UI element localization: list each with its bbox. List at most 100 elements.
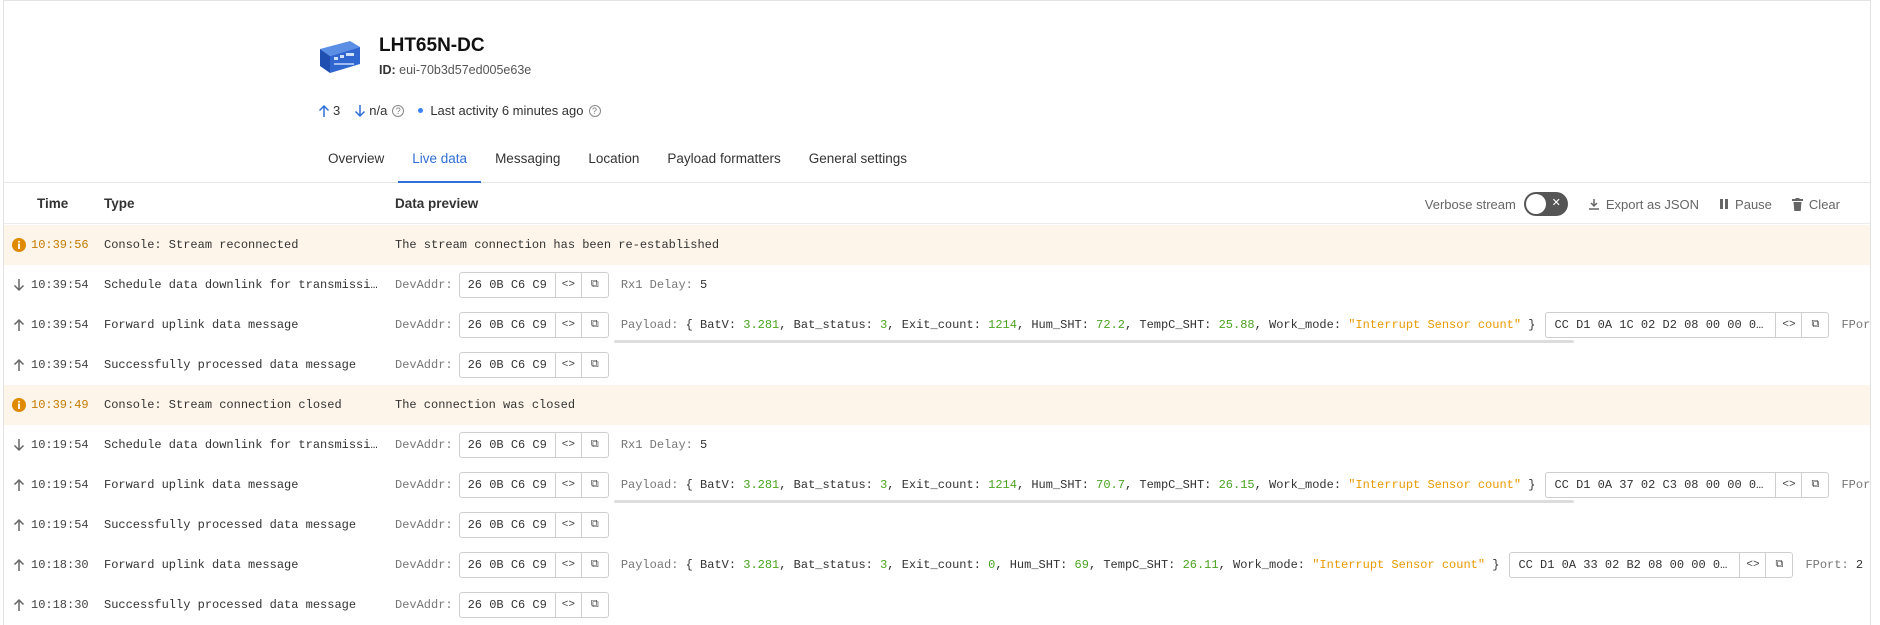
downlink-count: n/a ? <box>354 103 405 118</box>
event-type: Console: Stream connection closed <box>104 398 342 412</box>
copy-icon[interactable]: ⧉ <box>1802 313 1828 337</box>
event-row[interactable]: 10:39:49 Console: Stream connection clos… <box>4 385 1870 425</box>
pause-button[interactable]: Pause <box>1719 197 1772 212</box>
column-type[interactable]: Type <box>104 196 135 211</box>
raw-bytes-value: CC D1 0A 37 02 C3 08 00 00 04 BE … <box>1546 473 1777 497</box>
devaddr-field: 26 0B C6 C9 <> ⧉ <box>458 552 609 578</box>
event-preview: DevAddr: 26 0B C6 C9 <> ⧉ Payload: { Bat… <box>395 305 1870 345</box>
export-json-button[interactable]: Export as JSON <box>1588 197 1699 212</box>
copy-icon[interactable]: ⧉ <box>582 353 608 377</box>
copy-icon[interactable]: ⧉ <box>582 593 608 617</box>
event-list: 10:39:56 Console: Stream reconnected The… <box>4 225 1870 625</box>
column-time[interactable]: Time <box>37 196 68 211</box>
code-toggle-icon[interactable]: <> <box>1776 473 1803 497</box>
payload-label: Payload: <box>620 318 679 332</box>
code-toggle-icon[interactable]: <> <box>556 473 582 497</box>
code-toggle-icon[interactable]: <> <box>556 353 582 377</box>
device-stats: 3 n/a ? Last activity 6 minutes ago ? <box>318 103 615 118</box>
tab-overview[interactable]: Overview <box>314 145 398 183</box>
event-preview: DevAddr: 26 0B C6 C9 <> ⧉ Payload: { Bat… <box>395 465 1870 505</box>
tab-messaging[interactable]: Messaging <box>481 145 574 183</box>
event-time: 10:19:54 <box>31 518 89 532</box>
event-row[interactable]: 10:39:54 Schedule data downlink for tran… <box>4 265 1870 305</box>
devaddr-label: DevAddr: <box>395 278 453 292</box>
copy-icon[interactable]: ⧉ <box>582 313 608 337</box>
devaddr-field: 26 0B C6 C9 <> ⧉ <box>458 352 609 378</box>
event-row[interactable]: 10:39:56 Console: Stream reconnected The… <box>4 225 1870 265</box>
tab-payload-formatters[interactable]: Payload formatters <box>653 145 794 183</box>
device-tabs: Overview Live data Messaging Location Pa… <box>314 145 921 183</box>
event-type: Successfully processed data message <box>104 518 357 532</box>
code-toggle-icon[interactable]: <> <box>1776 313 1803 337</box>
devaddr-value: 26 0B C6 C9 <box>460 353 556 377</box>
help-icon[interactable]: ? <box>588 104 601 117</box>
device-id: ID: eui-70b3d57ed005e63e <box>379 63 531 77</box>
copy-icon[interactable]: ⧉ <box>1766 553 1792 577</box>
status-dot <box>418 108 424 113</box>
column-data-preview[interactable]: Data preview <box>395 196 478 211</box>
event-time: 10:19:54 <box>31 438 89 452</box>
hum-value: 72.2 <box>1096 318 1125 332</box>
copy-icon[interactable]: ⧉ <box>582 513 608 537</box>
event-time: 10:18:30 <box>31 598 89 612</box>
copy-icon[interactable]: ⧉ <box>582 473 608 497</box>
fport-label: FPort: <box>1805 558 1849 572</box>
event-preview: The connection was closed <box>395 385 575 425</box>
arrow-down-icon <box>355 104 366 117</box>
code-toggle-icon[interactable]: <> <box>556 593 582 617</box>
devaddr-field: 26 0B C6 C9 <> ⧉ <box>458 272 609 298</box>
devaddr-label: DevAddr: <box>395 518 453 532</box>
verbose-stream-toggle[interactable]: Verbose stream <box>1425 192 1568 216</box>
event-row[interactable]: 10:19:54 Forward uplink data message Dev… <box>4 465 1870 505</box>
event-row[interactable]: 10:19:54 Schedule data downlink for tran… <box>4 425 1870 465</box>
copy-icon[interactable]: ⧉ <box>1802 473 1828 497</box>
device-id-label: ID: <box>379 63 396 77</box>
arrow-up-icon <box>318 104 330 117</box>
last-activity: Last activity 6 minutes ago ? <box>418 103 601 118</box>
copy-icon[interactable]: ⧉ <box>582 433 608 457</box>
code-toggle-icon[interactable]: <> <box>556 273 582 297</box>
event-message: The stream connection has been re-establ… <box>395 238 720 252</box>
code-toggle-icon[interactable]: <> <box>556 553 582 577</box>
payload-label: Payload: <box>620 478 679 492</box>
event-row[interactable]: 10:18:30 Successfully processed data mes… <box>4 585 1870 625</box>
horizontal-scrollbar[interactable] <box>614 500 1574 503</box>
event-type: Forward uplink data message <box>104 318 299 332</box>
event-row[interactable]: 10:39:54 Successfully processed data mes… <box>4 345 1870 385</box>
code-toggle-icon[interactable]: <> <box>1740 553 1767 577</box>
horizontal-scrollbar[interactable] <box>614 340 1574 343</box>
copy-icon[interactable]: ⧉ <box>582 553 608 577</box>
info-warning-icon <box>12 238 26 252</box>
devaddr-label: DevAddr: <box>395 598 453 612</box>
copy-icon[interactable]: ⧉ <box>582 273 608 297</box>
hum-value: 70.7 <box>1096 478 1125 492</box>
event-time: 10:39:54 <box>31 278 89 292</box>
batv-value: 3.281 <box>743 318 780 332</box>
event-row[interactable]: 10:39:54 Forward uplink data message Dev… <box>4 305 1870 345</box>
event-preview: DevAddr: 26 0B C6 C9 <> ⧉ Rx1 Delay: 5 <box>395 425 707 465</box>
tab-live-data[interactable]: Live data <box>398 145 482 183</box>
payload-preview: Payload: { BatV: 3.281, Bat_status: 3, E… <box>620 558 1500 572</box>
tab-general-settings[interactable]: General settings <box>795 145 921 183</box>
batv-value: 3.281 <box>743 558 780 572</box>
rx1-delay: Rx1 Delay: 5 <box>621 278 707 292</box>
arrow-up-icon <box>13 478 25 491</box>
toggle-switch[interactable] <box>1523 192 1568 216</box>
devaddr-label: DevAddr: <box>395 478 453 492</box>
devaddr-value: 26 0B C6 C9 <box>460 473 556 497</box>
devaddr-value: 26 0B C6 C9 <box>460 313 556 337</box>
app-frame: LHT65N-DC ID: eui-70b3d57ed005e63e 3 n/a… <box>3 0 1871 625</box>
code-toggle-icon[interactable]: <> <box>556 313 582 337</box>
rx1-label: Rx1 Delay: <box>620 278 693 292</box>
code-toggle-icon[interactable]: <> <box>556 513 582 537</box>
event-row[interactable]: 10:18:30 Forward uplink data message Dev… <box>4 545 1870 585</box>
event-row[interactable]: 10:19:54 Successfully processed data mes… <box>4 505 1870 545</box>
code-toggle-icon[interactable]: <> <box>556 433 582 457</box>
help-icon[interactable]: ? <box>392 104 405 117</box>
event-type: Successfully processed data message <box>104 358 357 372</box>
device-id-value: eui-70b3d57ed005e63e <box>399 63 532 77</box>
tab-location[interactable]: Location <box>574 145 653 183</box>
fport-value: 2 Da <box>1855 558 1870 572</box>
event-time: 10:39:54 <box>31 318 89 332</box>
clear-button[interactable]: Clear <box>1791 197 1840 212</box>
